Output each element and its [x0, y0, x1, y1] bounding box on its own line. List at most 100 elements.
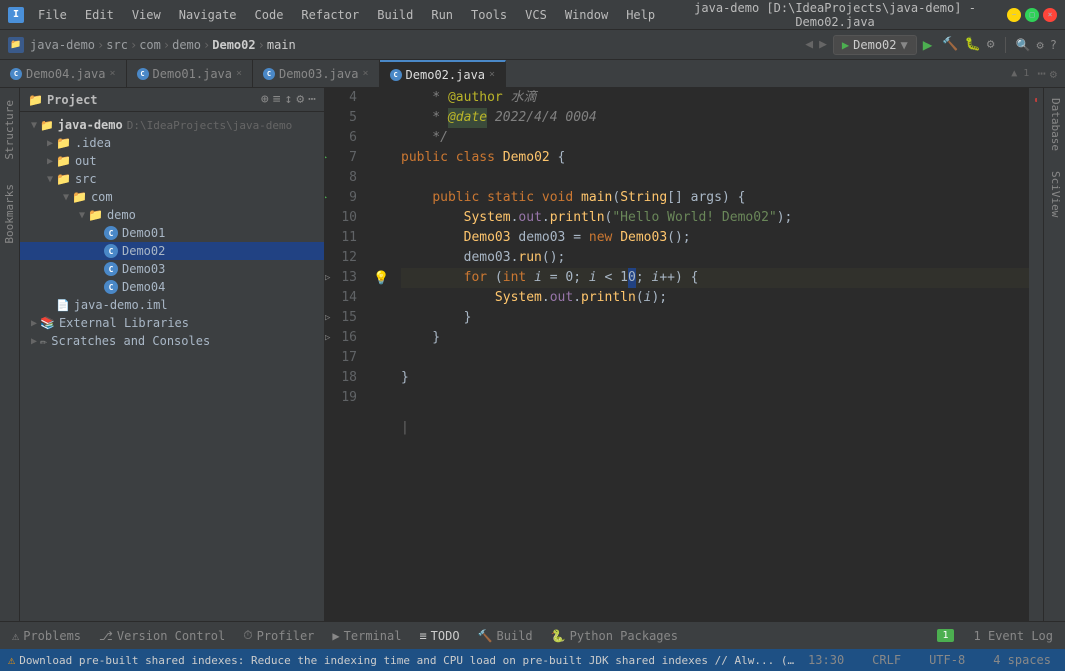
menu-edit[interactable]: Edit: [77, 6, 122, 24]
run-arrow-7: ▶: [325, 148, 327, 168]
menu-build[interactable]: Build: [369, 6, 421, 24]
cursor-position[interactable]: 13:30: [802, 651, 850, 669]
tree-item-src[interactable]: ▼ 📁 src: [20, 170, 324, 188]
close-button[interactable]: ×: [1043, 8, 1057, 22]
tab-demo02[interactable]: C Demo02.java ×: [380, 60, 507, 87]
gutter-12: [373, 248, 393, 268]
com-folder-icon: 📁: [72, 190, 87, 204]
tab-close-demo02[interactable]: ×: [489, 69, 495, 80]
tab-demo01[interactable]: C Demo01.java ×: [127, 60, 254, 87]
breadcrumb-project[interactable]: java-demo: [30, 38, 95, 52]
breadcrumb-class[interactable]: Demo02: [212, 38, 255, 52]
right-scrollbar-markers: [1029, 88, 1043, 621]
gutter-13: 💡: [373, 268, 393, 288]
python-packages-button[interactable]: 🐍 Python Packages: [543, 627, 686, 645]
run-config-selector[interactable]: ▶ Demo02 ▼: [833, 35, 917, 55]
tree-item-com[interactable]: ▼ 📁 com: [20, 188, 324, 206]
breadcrumb-method[interactable]: main: [267, 38, 296, 52]
menu-view[interactable]: View: [124, 6, 169, 24]
indent-info[interactable]: 4 spaces: [987, 651, 1057, 669]
tree-item-demo[interactable]: ▼ 📁 demo: [20, 206, 324, 224]
gutter-17: [373, 348, 393, 368]
menu-help[interactable]: Help: [618, 6, 663, 24]
database-tab[interactable]: Database: [1044, 88, 1065, 161]
line-13: 13 ▷: [325, 268, 365, 288]
sciview-tab[interactable]: SciView: [1044, 161, 1065, 227]
build-label: Build: [497, 629, 533, 643]
tree-item-extlib[interactable]: ▶ 📚 External Libraries: [20, 314, 324, 332]
build-button[interactable]: 🔨 Build: [470, 627, 541, 645]
sidebar-sort-button[interactable]: ↕: [285, 92, 293, 107]
profiler-button[interactable]: ⏱ Profiler: [235, 626, 322, 645]
version-control-button[interactable]: ⎇ Version Control: [91, 627, 233, 645]
problems-button[interactable]: ⚠ Problems: [4, 627, 89, 645]
tree-item-scratches[interactable]: ▶ ✏ Scratches and Consoles: [20, 332, 324, 350]
profiler-icon: ⏱: [243, 628, 252, 643]
tree-item-demo03[interactable]: ▶ C Demo03: [20, 260, 324, 278]
tree-item-idea[interactable]: ▶ 📁 .idea: [20, 134, 324, 152]
minimize-button[interactable]: −: [1007, 8, 1021, 22]
sidebar-gear-button[interactable]: ⚙: [296, 92, 304, 107]
menu-navigate[interactable]: Navigate: [171, 6, 245, 24]
line-18: 18: [325, 368, 365, 388]
menu-code[interactable]: Code: [247, 6, 292, 24]
search-everywhere-button[interactable]: 🔍: [1016, 38, 1031, 52]
gutter-10: [373, 208, 393, 228]
separator: [1005, 37, 1006, 53]
sidebar-more-button[interactable]: ⋯: [308, 92, 316, 107]
scrollbar-track[interactable]: [1037, 88, 1043, 621]
sidebar-locate-button[interactable]: ⊕: [261, 92, 269, 107]
more-run-button[interactable]: ⚙: [987, 37, 995, 52]
menu-tools[interactable]: Tools: [463, 6, 515, 24]
structure-tab[interactable]: Structure: [0, 88, 19, 172]
maximize-button[interactable]: □: [1025, 8, 1039, 22]
menu-run[interactable]: Run: [423, 6, 461, 24]
tab-demo03[interactable]: C Demo03.java ×: [253, 60, 380, 87]
tip-bulb-icon[interactable]: 💡: [373, 271, 389, 286]
nav-back-button[interactable]: ◀: [805, 37, 813, 52]
build-button[interactable]: 🔨: [942, 37, 958, 52]
line-ending[interactable]: CRLF: [866, 651, 907, 669]
terminal-button[interactable]: ▶ Terminal: [324, 627, 409, 645]
todo-button[interactable]: ≡ TODO: [411, 627, 467, 645]
help-button[interactable]: ?: [1050, 38, 1057, 52]
debug-button[interactable]: 🐛: [965, 37, 981, 52]
tree-item-root[interactable]: ▼ 📁 java-demo D:\IdeaProjects\java-demo: [20, 116, 324, 134]
tab-close-demo04[interactable]: ×: [109, 68, 115, 79]
line-10: 10: [325, 208, 365, 228]
right-panels: Database SciView: [1043, 88, 1065, 621]
menu-file[interactable]: File: [30, 6, 75, 24]
editor-content[interactable]: 4 5 6 7 ▶ 8 9: [325, 88, 1043, 621]
encoding[interactable]: UTF-8: [923, 651, 971, 669]
tabs-settings-button[interactable]: ⚙: [1050, 67, 1057, 81]
menu-refactor[interactable]: Refactor: [293, 6, 367, 24]
breadcrumb-com[interactable]: com: [139, 38, 161, 52]
sidebar-collapse-button[interactable]: ≡: [273, 92, 281, 107]
tab-label-demo03: Demo03.java: [279, 67, 358, 81]
status-bar: ⚠ Download pre-built shared indexes: Red…: [0, 649, 1065, 671]
event-log-button[interactable]: 1 Event Log: [966, 627, 1061, 645]
breadcrumb-demo[interactable]: demo: [172, 38, 201, 52]
tabs-more-button[interactable]: ⋯: [1037, 66, 1045, 82]
vcs-icon: ⎇: [99, 629, 113, 643]
settings-button[interactable]: ⚙: [1037, 38, 1044, 52]
code-line-13: for (int i = 0; i < 10; i++) {: [401, 268, 1029, 288]
code-editor[interactable]: * @author 水滴 * @date 2022/4/4 0004 */ pu…: [393, 88, 1029, 621]
nav-forward-button[interactable]: ▶: [819, 37, 827, 52]
tree-item-out[interactable]: ▶ 📁 out: [20, 152, 324, 170]
tab-close-demo01[interactable]: ×: [236, 68, 242, 79]
code-line-17: [401, 348, 1029, 368]
tree-item-iml[interactable]: ▶ 📄 java-demo.iml: [20, 296, 324, 314]
nav-bar: 📁 java-demo › src › com › demo › Demo02 …: [0, 30, 1065, 60]
tree-item-demo02[interactable]: ▶ C Demo02: [20, 242, 324, 260]
breadcrumb-src[interactable]: src: [106, 38, 128, 52]
menu-vcs[interactable]: VCS: [517, 6, 555, 24]
tab-close-demo03[interactable]: ×: [363, 68, 369, 79]
menu-window[interactable]: Window: [557, 6, 616, 24]
run-button[interactable]: ▶: [923, 35, 933, 54]
bookmarks-tab[interactable]: Bookmarks: [0, 172, 19, 256]
tab-demo04[interactable]: C Demo04.java ×: [0, 60, 127, 87]
tree-item-demo04[interactable]: ▶ C Demo04: [20, 278, 324, 296]
tree-item-demo01[interactable]: ▶ C Demo01: [20, 224, 324, 242]
main-layout: Structure Bookmarks 📁 Project ⊕ ≡ ↕ ⚙ ⋯ …: [0, 88, 1065, 621]
